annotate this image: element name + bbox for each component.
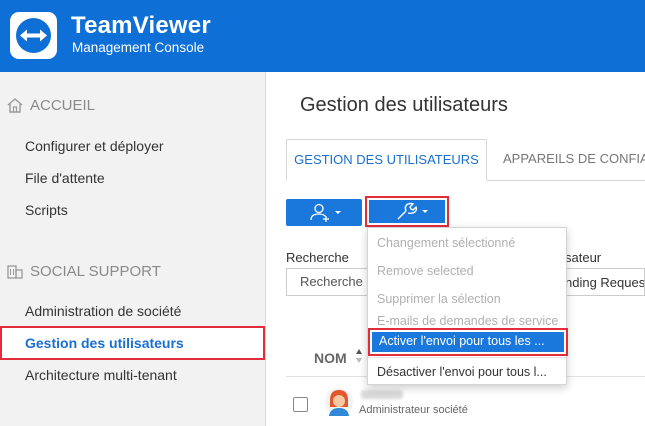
home-icon <box>7 98 23 113</box>
section-accueil-label: ACCUEIL <box>30 97 96 114</box>
tab-gestion-utilisateurs[interactable]: GESTION DES UTILISATEURS <box>286 139 487 181</box>
menu-divider <box>368 357 566 358</box>
sidebar-item-scripts[interactable]: Scripts <box>25 202 68 218</box>
search-label: Recherche <box>286 250 349 265</box>
sidebar-item-gestion-utilisateurs[interactable]: Gestion des utilisateurs <box>0 326 265 360</box>
add-user-icon <box>310 203 341 222</box>
sidebar-item-file-attente[interactable]: File d'attente <box>25 170 105 186</box>
wrench-icon <box>397 202 428 220</box>
sidebar-item-administration[interactable]: Administration de société <box>25 303 181 319</box>
sidebar-item-configurer[interactable]: Configurer et déployer <box>25 138 164 154</box>
section-accueil[interactable]: ACCUEIL <box>6 97 95 114</box>
row-checkbox[interactable] <box>293 397 308 412</box>
menu-item-remove-selected: Remove selected <box>377 264 474 278</box>
add-user-button[interactable] <box>286 199 362 226</box>
search-input[interactable]: Recherche <box>286 268 376 296</box>
app-header: TeamViewer Management Console <box>0 0 645 72</box>
menu-item-activer-envoi[interactable]: Activer l'envoi pour tous les ... <box>368 328 568 356</box>
user-filter-select[interactable]: nding Request <box>565 268 645 296</box>
user-filter-label: sateur <box>565 250 602 265</box>
sort-icon[interactable] <box>355 348 363 364</box>
menu-item-desactiver-envoi[interactable]: Désactiver l'envoi pour tous l... <box>377 365 547 379</box>
section-social-label: SOCIAL SUPPORT <box>30 263 161 280</box>
menu-header-emails-demandes: E-mails de demandes de service <box>377 314 559 328</box>
user-role: Administrateur société <box>359 404 468 416</box>
brand-name: TeamViewer <box>71 12 211 39</box>
menu-item-supprimer-selection: Supprimer la sélection <box>377 292 501 306</box>
avatar <box>325 388 353 416</box>
brand-subtitle: Management Console <box>72 40 205 55</box>
column-header-nom[interactable]: NOM <box>314 350 347 366</box>
menu-item-changement-selectionne: Changement sélectionné <box>377 236 516 250</box>
menu-item-activer-label: Activer l'envoi pour tous les ... <box>379 334 545 348</box>
page-title: Gestion des utilisateurs <box>300 94 508 116</box>
tools-button-face <box>369 200 445 223</box>
sidebar-item-gestion-label: Gestion des utilisateurs <box>25 335 184 351</box>
user-name-redacted <box>361 390 403 399</box>
tab-appareils[interactable]: APPAREILS DE CONFIAI <box>503 151 645 166</box>
tools-button[interactable] <box>365 196 449 227</box>
tools-dropdown-menu: Changement sélectionné Remove selected S… <box>367 227 568 385</box>
teamviewer-arrows-icon <box>20 29 47 42</box>
section-social-support[interactable]: SOCIAL SUPPORT <box>6 263 161 280</box>
teamviewer-logo[interactable] <box>10 12 57 59</box>
building-icon <box>7 265 23 279</box>
sidebar-item-architecture[interactable]: Architecture multi-tenant <box>25 367 177 383</box>
